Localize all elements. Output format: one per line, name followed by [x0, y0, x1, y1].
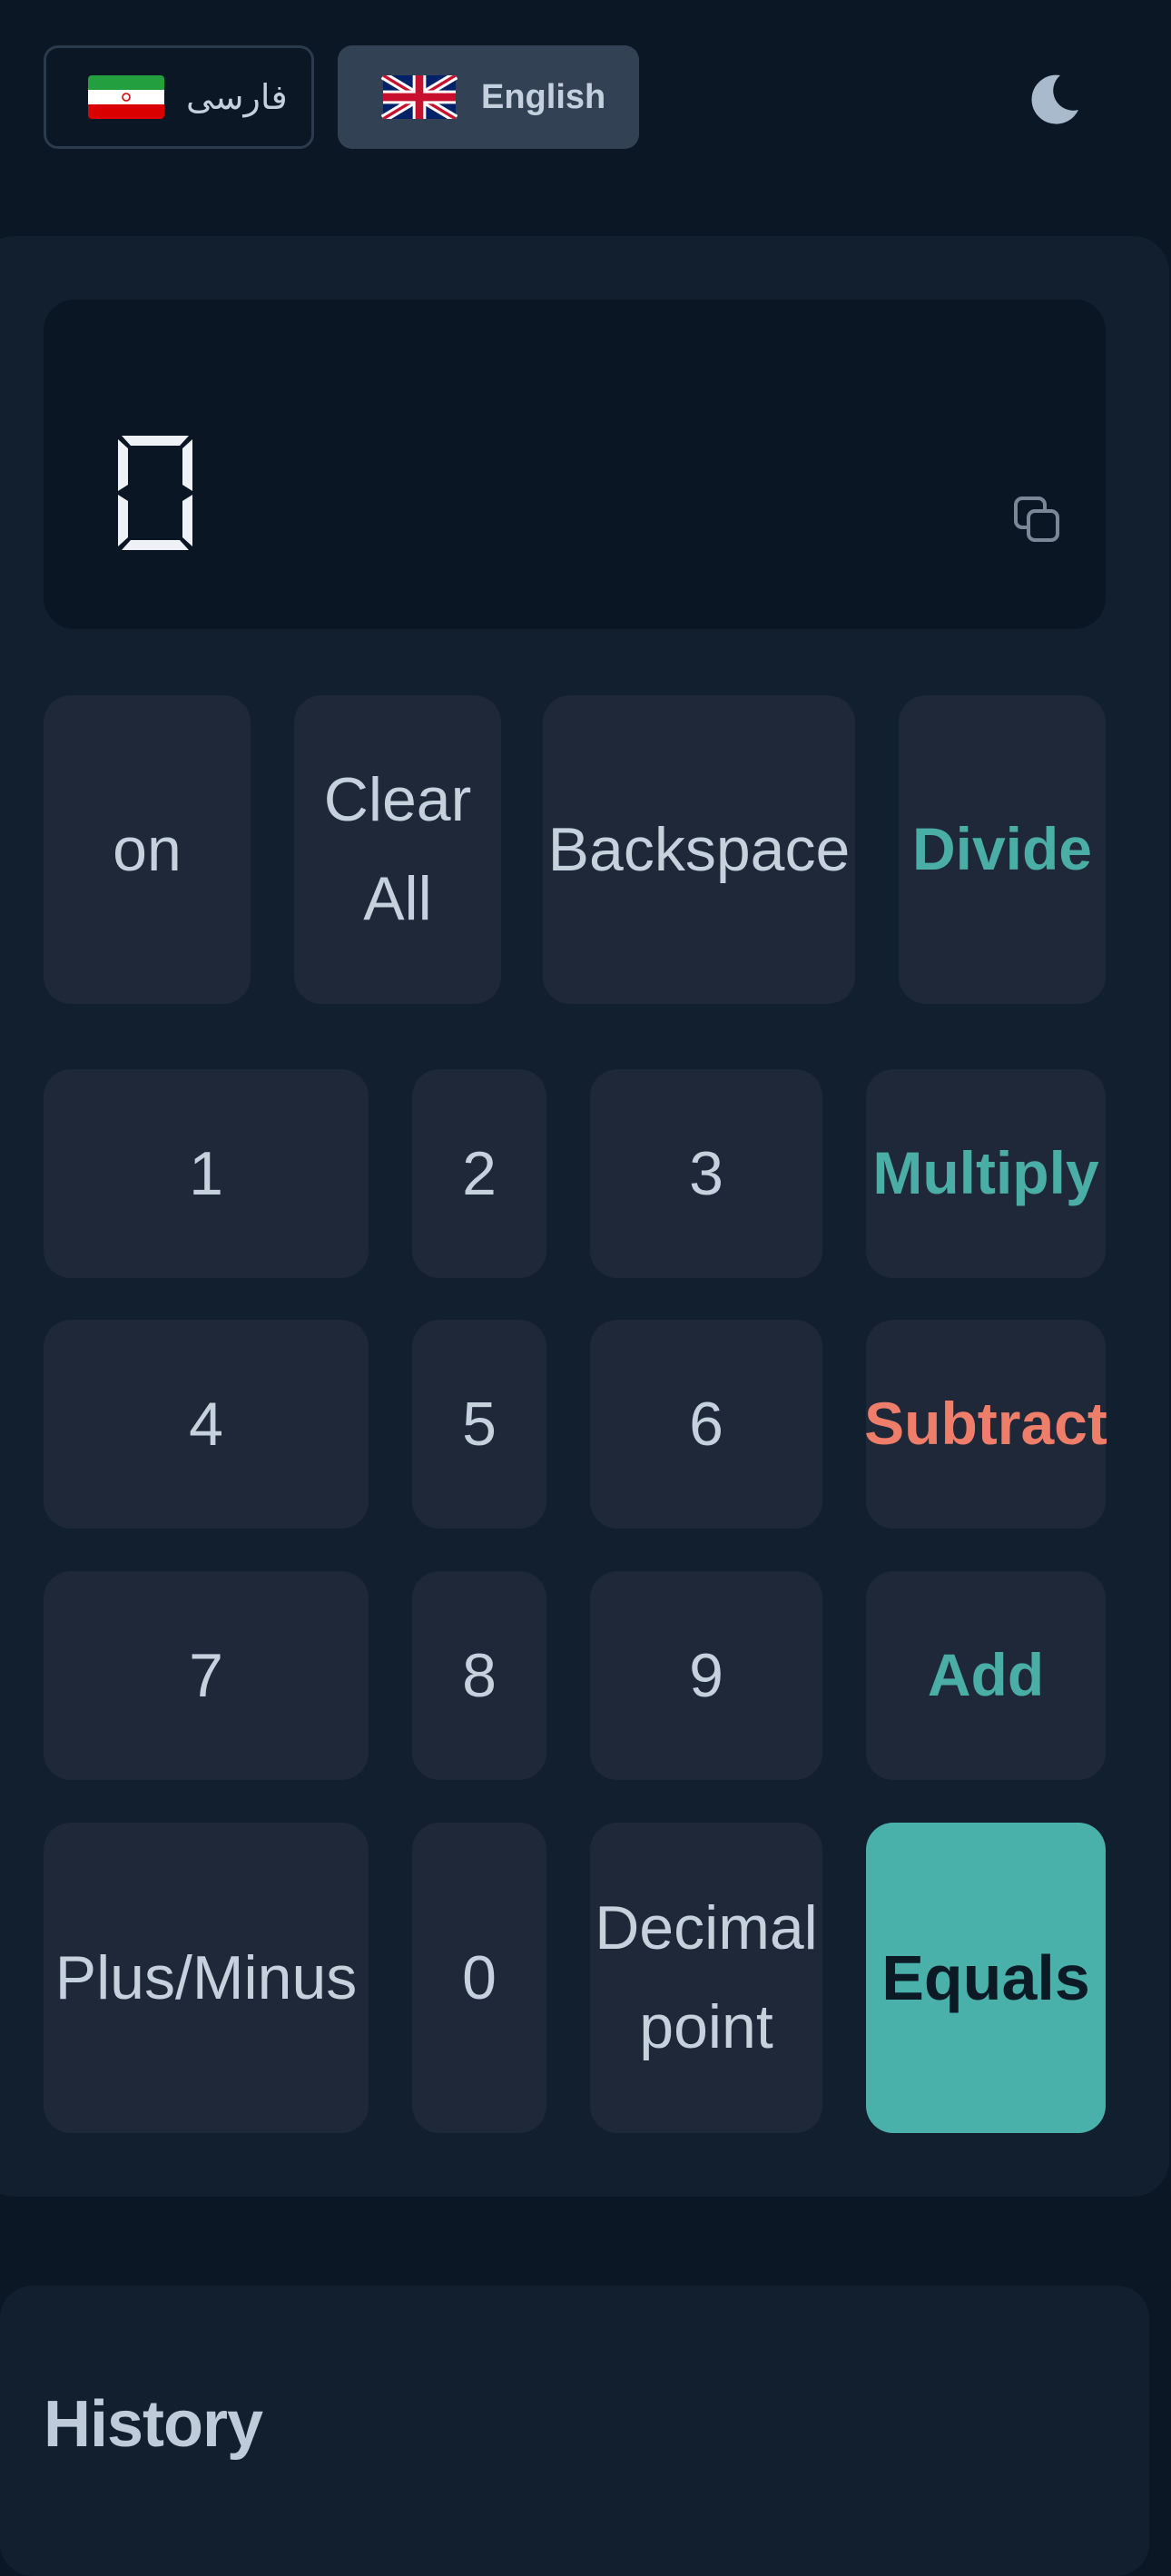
- subtract-button[interactable]: Subtract: [864, 1320, 1107, 1529]
- theme-toggle-button[interactable]: [1013, 64, 1095, 136]
- multiply-button[interactable]: Multiply: [866, 1069, 1106, 1278]
- decimal-point-button[interactable]: Decimal point: [590, 1823, 822, 2133]
- digit-4-button[interactable]: 4: [44, 1320, 369, 1529]
- iran-flag-icon: [88, 75, 164, 119]
- moon-icon: [1031, 74, 1078, 124]
- calculator-display: 0: [44, 300, 1106, 629]
- display-value: 0: [118, 436, 192, 550]
- on-button[interactable]: on: [44, 695, 251, 1004]
- clear-all-button[interactable]: Clear All: [294, 695, 501, 1004]
- digit-5-button[interactable]: 5: [412, 1320, 546, 1529]
- digit-3-button[interactable]: 3: [590, 1069, 822, 1278]
- digit-1-button[interactable]: 1: [44, 1069, 369, 1278]
- equals-button[interactable]: Equals: [866, 1823, 1106, 2133]
- digit-6-button[interactable]: 6: [590, 1320, 822, 1529]
- language-label-farsi: فارسی: [186, 78, 288, 117]
- copy-button[interactable]: [1006, 488, 1069, 552]
- plus-minus-button[interactable]: Plus/Minus: [44, 1823, 369, 2133]
- digit-2-button[interactable]: 2: [412, 1069, 546, 1278]
- language-button-farsi[interactable]: فارسی: [44, 45, 314, 149]
- digit-7-button[interactable]: 7: [44, 1571, 369, 1780]
- divide-button[interactable]: Divide: [899, 695, 1106, 1004]
- backspace-button[interactable]: Backspace: [543, 695, 855, 1004]
- history-title: History: [44, 2388, 263, 2461]
- digit-8-button[interactable]: 8: [412, 1571, 546, 1780]
- digit-0-button[interactable]: 0: [412, 1823, 546, 2133]
- uk-flag-icon: [381, 75, 458, 119]
- add-button[interactable]: Add: [866, 1571, 1106, 1780]
- language-label-english: English: [481, 77, 606, 116]
- copy-icon: [1014, 497, 1059, 542]
- display-value-text: 0: [155, 506, 157, 507]
- digit-9-button[interactable]: 9: [590, 1571, 822, 1780]
- language-button-english[interactable]: English: [338, 45, 639, 149]
